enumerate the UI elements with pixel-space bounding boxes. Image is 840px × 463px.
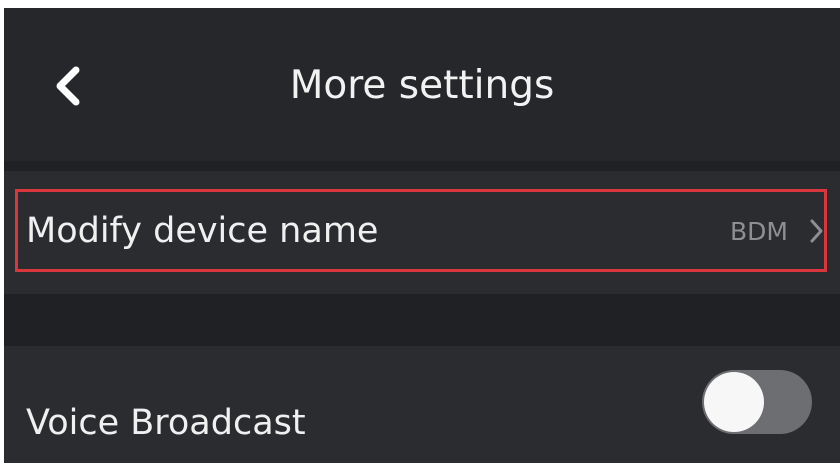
voice-broadcast-label: Voice Broadcast (26, 403, 306, 443)
page-title: More settings (289, 63, 555, 108)
modify-device-name-row[interactable]: Modify device name BDM (4, 171, 840, 294)
voice-broadcast-toggle[interactable] (702, 370, 812, 434)
chevron-right-icon (810, 219, 823, 243)
device-name-value: BDM (730, 217, 788, 246)
screen: More settings Modify device name BDM Voi… (0, 0, 840, 463)
modify-device-name-label: Modify device name (26, 211, 379, 251)
header-bar: More settings (4, 8, 840, 161)
more-settings-screen: More settings Modify device name BDM Voi… (4, 8, 840, 463)
toggle-knob (704, 372, 764, 432)
